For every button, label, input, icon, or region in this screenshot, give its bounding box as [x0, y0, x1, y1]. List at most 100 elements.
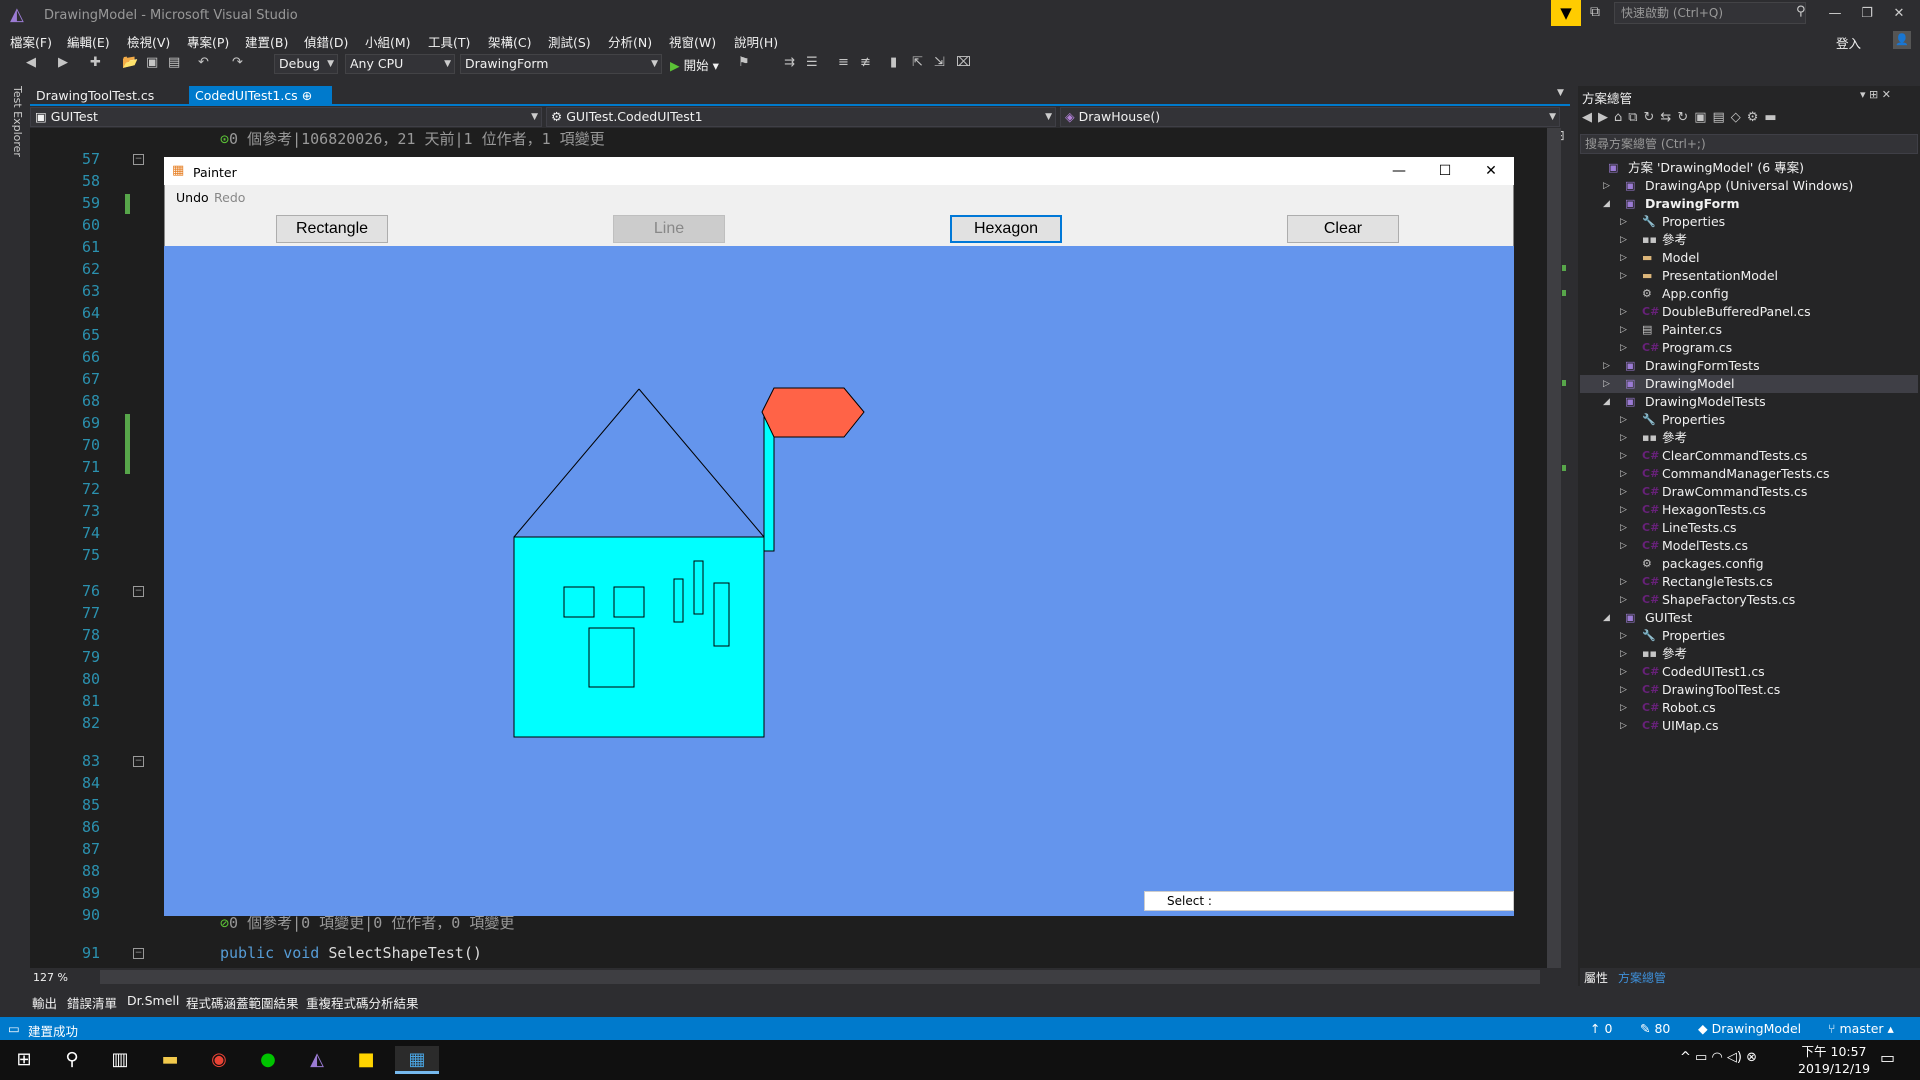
collapsed-arrow-icon[interactable]: ▷ [1620, 249, 1627, 267]
tab-code-coverage[interactable]: 程式碼涵蓋範圍結果 [186, 993, 299, 1012]
editor-horizontal-scrollbar[interactable] [100, 970, 1540, 984]
collapsed-arrow-icon[interactable]: ▷ [1620, 483, 1627, 501]
menu-analyze[interactable]: 分析(N) [608, 32, 652, 51]
tab-drawing-tool-test[interactable]: DrawingToolTest.cs [30, 86, 160, 106]
tab-overflow-icon[interactable]: ▼ [1557, 88, 1564, 98]
menu-tools[interactable]: 工具(T) [428, 32, 470, 51]
hexagon-button[interactable]: Hexagon [950, 215, 1062, 243]
save-all-icon[interactable]: ▤ [168, 55, 180, 70]
prev-bookmark-icon[interactable]: ⇱ [912, 55, 923, 70]
save-icon[interactable]: ▣ [146, 55, 158, 70]
menu-window[interactable]: 視窗(W) [669, 32, 716, 51]
code-lens-top[interactable]: ⊙0 個參考|106820026，21 天前|1 位作者，1 項變更 [220, 128, 605, 149]
redo-icon[interactable]: ↷ [232, 55, 243, 70]
painter-minimize-button[interactable]: — [1376, 159, 1422, 183]
restore-button[interactable]: ❐ [1852, 2, 1882, 26]
menu-help[interactable]: 說明(H) [734, 32, 778, 51]
collapsed-arrow-icon[interactable]: ▷ [1620, 231, 1627, 249]
tree-item[interactable]: ⚙ App.config [1580, 285, 1918, 303]
start-button[interactable]: ▶ 開始 ▾ [670, 55, 719, 74]
bar-rectangle-1[interactable] [673, 578, 684, 623]
tree-item[interactable]: ▷ ▬ Model [1580, 249, 1918, 267]
navigate-back-icon[interactable]: ◀ [26, 55, 36, 70]
sign-in-link[interactable]: 登入 [1836, 33, 1861, 52]
navigate-forward-icon[interactable]: ▶ [58, 55, 68, 70]
tree-item[interactable]: ▷ ▪▪ 參考 [1580, 429, 1918, 447]
collapsed-arrow-icon[interactable]: ▷ [1620, 681, 1627, 699]
collapsed-arrow-icon[interactable]: ▷ [1620, 303, 1627, 321]
collapsed-arrow-icon[interactable]: ▷ [1620, 411, 1627, 429]
solution-search-input[interactable]: 搜尋方案總管 (Ctrl+;) [1580, 134, 1918, 154]
configuration-select[interactable]: Debug ▼ [274, 54, 338, 74]
minimize-button[interactable]: — [1820, 2, 1850, 26]
feedback-filter-icon[interactable]: ▼ [1551, 0, 1581, 26]
tree-item[interactable]: ▷ ▣ DrawingApp (Universal Windows) [1580, 177, 1918, 195]
clock[interactable]: 下午 10:57 2019/12/19 [1798, 1043, 1870, 1077]
class-nav-select[interactable]: ⚙ GUITest.CodedUITest1 ▼ [546, 107, 1056, 127]
fold-toggle-icon[interactable]: − [133, 756, 144, 767]
tree-item[interactable]: ▷ 🔧 Properties [1580, 411, 1918, 429]
collapsed-arrow-icon[interactable]: ▷ [1620, 339, 1627, 357]
expanded-arrow-icon[interactable]: ◢ [1603, 609, 1610, 627]
tree-item[interactable]: ▷ C# CommandManagerTests.cs [1580, 465, 1918, 483]
collapsed-arrow-icon[interactable]: ▷ [1620, 519, 1627, 537]
task-view-icon[interactable]: ▥ [102, 1046, 138, 1074]
startup-project-select[interactable]: DrawingForm ▼ [460, 54, 662, 74]
chrome-icon[interactable]: ◉ [201, 1046, 237, 1074]
solution-explorer-toolbar[interactable]: ◀▶⌂⧉↻⇆↻▣▤◇⚙▬ [1582, 110, 1918, 130]
notifications-icon[interactable]: ⧉ [1590, 4, 1600, 20]
line-button[interactable]: Line [613, 215, 725, 243]
bar-rectangle-3[interactable] [713, 582, 730, 647]
bookmark-icon[interactable]: ▮ [890, 55, 897, 70]
platform-select[interactable]: Any CPU ▼ [345, 54, 455, 74]
tree-item[interactable]: ▷ C# DrawCommandTests.cs [1580, 483, 1918, 501]
file-explorer-icon[interactable]: ▬ [152, 1046, 188, 1074]
tab-output[interactable]: 輸出 [32, 993, 57, 1012]
sticky-notes-icon[interactable]: ■ [348, 1046, 384, 1074]
tab-properties[interactable]: 屬性 [1584, 969, 1608, 986]
collapsed-arrow-icon[interactable]: ▷ [1620, 501, 1627, 519]
tree-item[interactable]: ▷ C# ShapeFactoryTests.cs [1580, 591, 1918, 609]
visual-studio-icon[interactable]: ◭ [299, 1046, 335, 1074]
repository-selector[interactable]: ◆ DrawingModel [1698, 1021, 1801, 1036]
collapsed-arrow-icon[interactable]: ▷ [1620, 699, 1627, 717]
tree-item[interactable]: ◢ ▣ DrawingForm [1580, 195, 1918, 213]
new-project-icon[interactable]: ✚ [90, 55, 101, 70]
expanded-arrow-icon[interactable]: ◢ [1603, 393, 1610, 411]
uncomment-icon[interactable]: ≢ [860, 55, 871, 70]
collapsed-arrow-icon[interactable]: ▷ [1620, 663, 1627, 681]
branch-selector[interactable]: ⑂ master ▴ [1828, 1021, 1894, 1036]
menu-debug[interactable]: 偵錯(D) [304, 32, 348, 51]
tree-item[interactable]: ▷ ▣ DrawingFormTests [1580, 357, 1918, 375]
windows-start-icon[interactable]: ⊞ [6, 1046, 42, 1074]
collapsed-arrow-icon[interactable]: ▷ [1620, 573, 1627, 591]
fold-toggle-icon[interactable]: − [133, 586, 144, 597]
editor-vertical-scrollbar[interactable] [1547, 128, 1561, 968]
window-right-rectangle[interactable] [613, 586, 645, 618]
collapsed-arrow-icon[interactable]: ▷ [1620, 429, 1627, 447]
open-file-icon[interactable]: 📂 [122, 55, 138, 70]
clear-button[interactable]: Clear [1287, 215, 1399, 243]
tree-item[interactable]: ▷ C# Robot.cs [1580, 699, 1918, 717]
redo-menu-item[interactable]: Redo [214, 190, 245, 205]
code-line-select-shape-test[interactable]: public void SelectShapeTest() [220, 944, 482, 962]
tree-item[interactable]: ▷ ▤ Painter.cs [1580, 321, 1918, 339]
collapsed-arrow-icon[interactable]: ▷ [1620, 645, 1627, 663]
step-icon[interactable]: ⇉ [784, 55, 795, 70]
panel-controls-icon[interactable]: ▾ ⊞ ✕ [1860, 88, 1891, 101]
line-app-icon[interactable]: ● [250, 1046, 286, 1074]
collapsed-arrow-icon[interactable]: ▷ [1620, 447, 1627, 465]
fold-toggle-icon[interactable]: − [133, 154, 144, 165]
menu-file[interactable]: 檔案(F) [10, 32, 52, 51]
menu-edit[interactable]: 編輯(E) [67, 32, 110, 51]
clear-bookmarks-icon[interactable]: ⌧ [956, 55, 971, 70]
member-nav-select[interactable]: ◈ DrawHouse() ▼ [1060, 107, 1560, 127]
pending-changes[interactable]: ✎ 80 [1640, 1021, 1670, 1036]
tab-dr-smell[interactable]: Dr.Smell [127, 993, 179, 1008]
menu-test[interactable]: 測試(S) [548, 32, 591, 51]
tree-item[interactable]: ▷ C# DrawingToolTest.cs [1580, 681, 1918, 699]
test-explorer-tab[interactable]: Test Explorer [6, 86, 24, 206]
menu-view[interactable]: 檢視(V) [127, 32, 170, 51]
search-icon[interactable]: ⚲ [1796, 4, 1806, 19]
tree-item[interactable]: ⚙ packages.config [1580, 555, 1918, 573]
